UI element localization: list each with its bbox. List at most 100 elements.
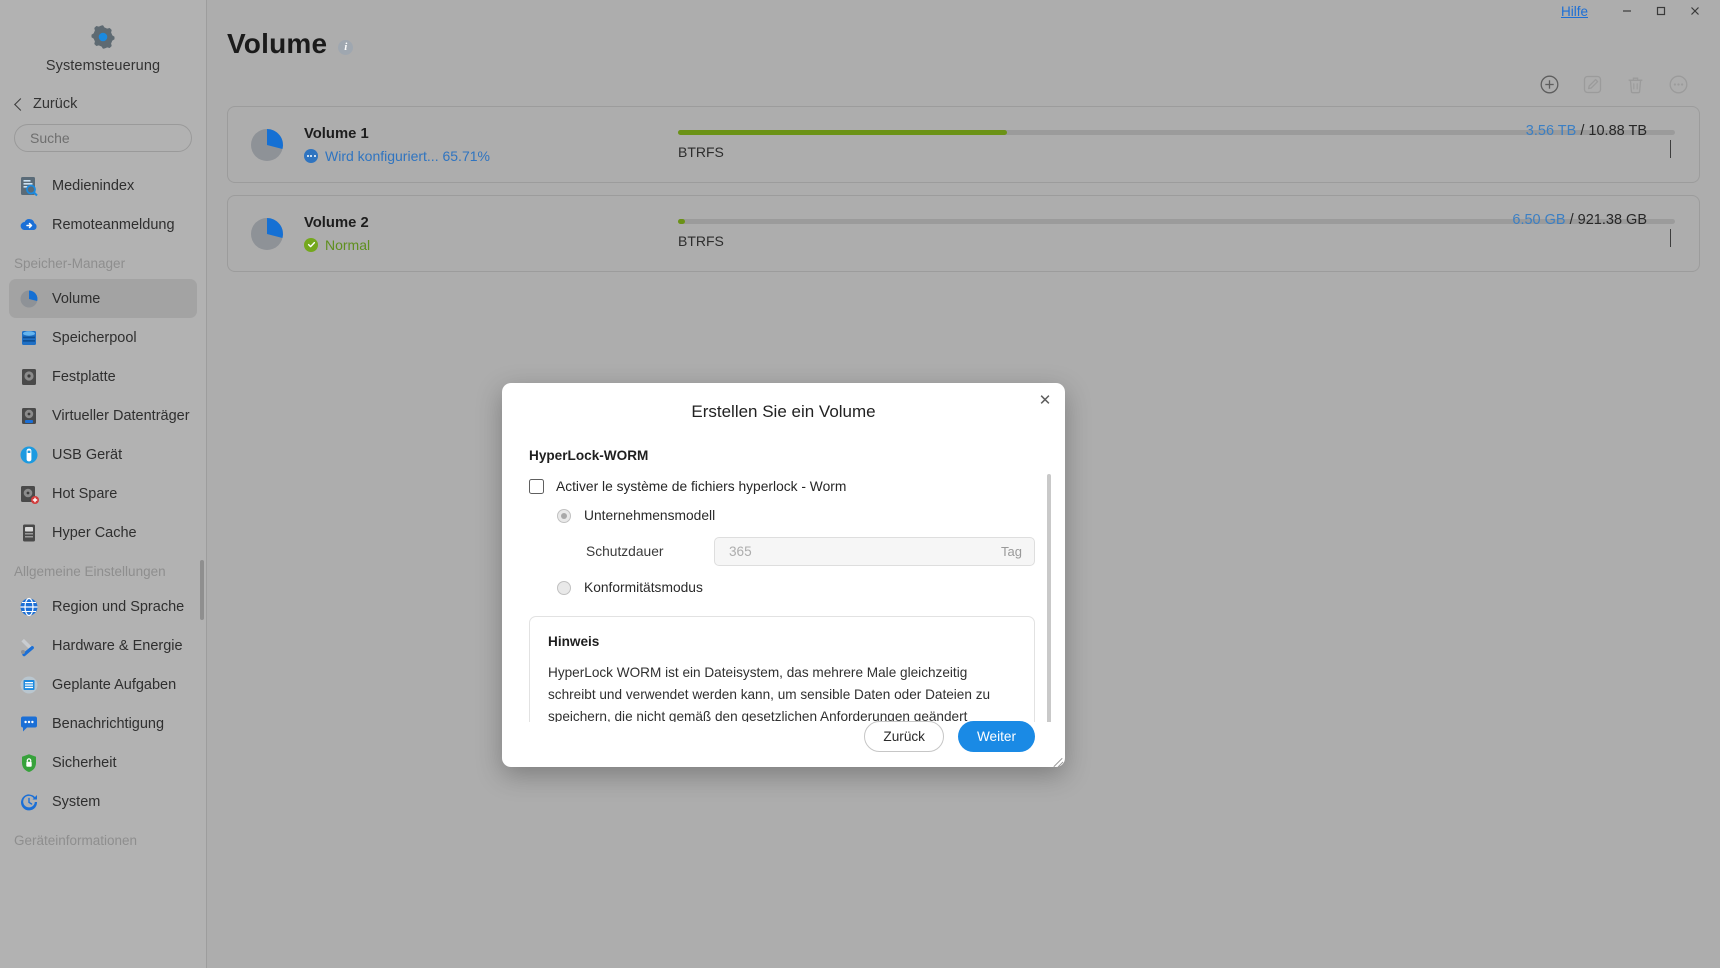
pie-volume-icon (246, 124, 288, 166)
back-button[interactable]: Zurück (864, 721, 944, 752)
tools-icon (18, 635, 40, 657)
dialog-footer: Zurück Weiter (502, 705, 1065, 767)
sidebar-item-remoteanmeldung[interactable]: Remoteanmeldung (9, 205, 197, 244)
resize-handle[interactable] (1050, 752, 1064, 766)
enable-hyperlock-worm-label[interactable]: Activer le système de fichiers hyperlock… (556, 479, 846, 494)
sidebar-item-hot-spare[interactable]: Hot Spare (9, 474, 197, 513)
add-volume-button[interactable] (1537, 72, 1561, 96)
sidebar-item-region-und-sprache[interactable]: Region und Sprache (9, 587, 197, 626)
search-input[interactable] (28, 129, 207, 147)
sidebar-item-label: System (52, 794, 100, 810)
back-label: Zurück (33, 96, 77, 112)
sidebar-item-label: Virtueller Datenträger (52, 408, 190, 424)
close-icon[interactable] (1678, 0, 1712, 22)
volume-text: Volume 1 Wird konfiguriert... 65.71% (304, 126, 490, 164)
volume-row[interactable]: Volume 1 Wird konfiguriert... 65.71% BTR… (227, 106, 1700, 183)
help-link[interactable]: Hilfe (1561, 4, 1588, 19)
sidebar-item-label: Volume (52, 291, 100, 307)
volume-used: 3.56 TB (1526, 123, 1577, 139)
protection-duration-unit: Tag (1001, 544, 1022, 559)
sidebar-item-label: Hot Spare (52, 486, 117, 502)
chevron-left-icon (14, 98, 27, 111)
globe-icon (18, 596, 40, 618)
volume-filesystem: BTRFS (678, 233, 1675, 249)
protection-duration-label: Schutzdauer (586, 544, 714, 559)
volume-total: 10.88 TB (1588, 123, 1647, 139)
cloud-login-icon (18, 214, 40, 236)
enterprise-mode-label[interactable]: Unternehmensmodell (584, 508, 715, 523)
minimize-icon[interactable] (1610, 0, 1644, 22)
gear-icon (88, 22, 118, 52)
sidebar-item-label: Hyper Cache (52, 525, 137, 541)
protection-duration-row: Schutzdauer Tag (586, 537, 1035, 566)
sidebar-item-hyper-cache[interactable]: Hyper Cache (9, 513, 197, 552)
search-box[interactable] (14, 124, 192, 152)
pie-volume-icon (18, 288, 40, 310)
sidebar-item-label: Sicherheit (52, 755, 116, 771)
sidebar-scrollbar[interactable] (200, 560, 204, 620)
sidebar-item-label: Remoteanmeldung (52, 217, 175, 233)
sidebar-item-benachrichtigung[interactable]: Benachrichtigung (9, 704, 197, 743)
next-button[interactable]: Weiter (958, 721, 1035, 752)
volume-name: Volume 1 (304, 126, 490, 142)
volume-capacity: 6.50 GB / 921.38 GB (1512, 212, 1647, 228)
enable-hyperlock-worm-row[interactable]: Activer le système de fichiers hyperlock… (529, 479, 1035, 494)
pie-volume-icon (246, 213, 288, 255)
usb-device-icon (18, 444, 40, 466)
volume-status: Wird konfiguriert... 65.71% (304, 148, 490, 164)
control-panel-window: Hilfe Systemsteuerung Zurück (0, 0, 1720, 968)
chevron-down-icon[interactable] (1670, 140, 1683, 153)
create-volume-dialog: ✕ Erstellen Sie ein Volume HyperLock-WOR… (502, 383, 1065, 767)
sidebar-item-label: Hardware & Energie (52, 638, 183, 654)
hint-title: Hinweis (548, 634, 1015, 649)
volume-identity: Volume 1 Wird konfiguriert... 65.71% (246, 124, 676, 166)
usage-bar-fill (678, 219, 685, 224)
info-icon[interactable]: i (338, 40, 353, 55)
sidebar-item-virtueller-datentraeger[interactable]: Virtueller Datenträger (9, 396, 197, 435)
edit-volume-button[interactable] (1580, 72, 1604, 96)
hot-spare-icon (18, 483, 40, 505)
protection-duration-input[interactable] (727, 543, 993, 560)
media-index-icon (18, 175, 40, 197)
volume-status: Normal (304, 237, 370, 253)
delete-volume-button[interactable] (1623, 72, 1647, 96)
protection-duration-input-wrapper[interactable]: Tag (714, 537, 1035, 566)
enterprise-mode-radio[interactable] (557, 509, 571, 523)
maximize-icon[interactable] (1644, 0, 1678, 22)
dialog-title: Erstellen Sie ein Volume (502, 383, 1065, 422)
volume-row[interactable]: Volume 2 Normal BTRFS (227, 195, 1700, 272)
sidebar-item-label: Speicherpool (52, 330, 137, 346)
compliance-mode-row[interactable]: Konformitätsmodus (557, 580, 1035, 595)
sidebar-item-hardware-energie[interactable]: Hardware & Energie (9, 626, 197, 665)
dialog-body: HyperLock-WORM Activer le système de fic… (502, 422, 1065, 722)
volume-capacity-separator: / (1580, 123, 1584, 139)
compliance-mode-label[interactable]: Konformitätsmodus (584, 580, 703, 595)
storage-pool-icon (18, 327, 40, 349)
sidebar-item-geplante-aufgaben[interactable]: Geplante Aufgaben (9, 665, 197, 704)
sidebar-item-sicherheit[interactable]: Sicherheit (9, 743, 197, 782)
compliance-mode-radio[interactable] (557, 581, 571, 595)
hyper-cache-icon (18, 522, 40, 544)
volume-capacity-separator: / (1570, 212, 1574, 228)
volume-toolbar (221, 60, 1700, 96)
sidebar-item-usb-geraet[interactable]: USB Gerät (9, 435, 197, 474)
close-icon[interactable]: ✕ (1036, 391, 1054, 409)
volume-identity: Volume 2 Normal (246, 213, 676, 255)
volume-capacity: 3.56 TB / 10.88 TB (1526, 123, 1647, 139)
enterprise-mode-row[interactable]: Unternehmensmodell (557, 508, 1035, 523)
sidebar-group-title: Geräteinformationen (0, 821, 206, 856)
volume-text: Volume 2 Normal (304, 215, 370, 253)
sidebar-item-medienindex[interactable]: Medienindex (9, 166, 197, 205)
volume-status-label: Normal (325, 237, 370, 253)
chevron-down-icon[interactable] (1670, 229, 1683, 242)
back-button[interactable]: Zurück (13, 96, 206, 112)
enable-hyperlock-worm-checkbox[interactable] (529, 479, 544, 494)
sidebar-item-festplatte[interactable]: Festplatte (9, 357, 197, 396)
sidebar-item-volume[interactable]: Volume (9, 279, 197, 318)
hdd-icon (18, 366, 40, 388)
sidebar-item-system[interactable]: System (9, 782, 197, 821)
more-options-button[interactable] (1666, 72, 1690, 96)
sidebar-item-speicherpool[interactable]: Speicherpool (9, 318, 197, 357)
usage-bar-fill (678, 130, 1007, 135)
dialog-scrollbar[interactable] (1047, 474, 1051, 722)
